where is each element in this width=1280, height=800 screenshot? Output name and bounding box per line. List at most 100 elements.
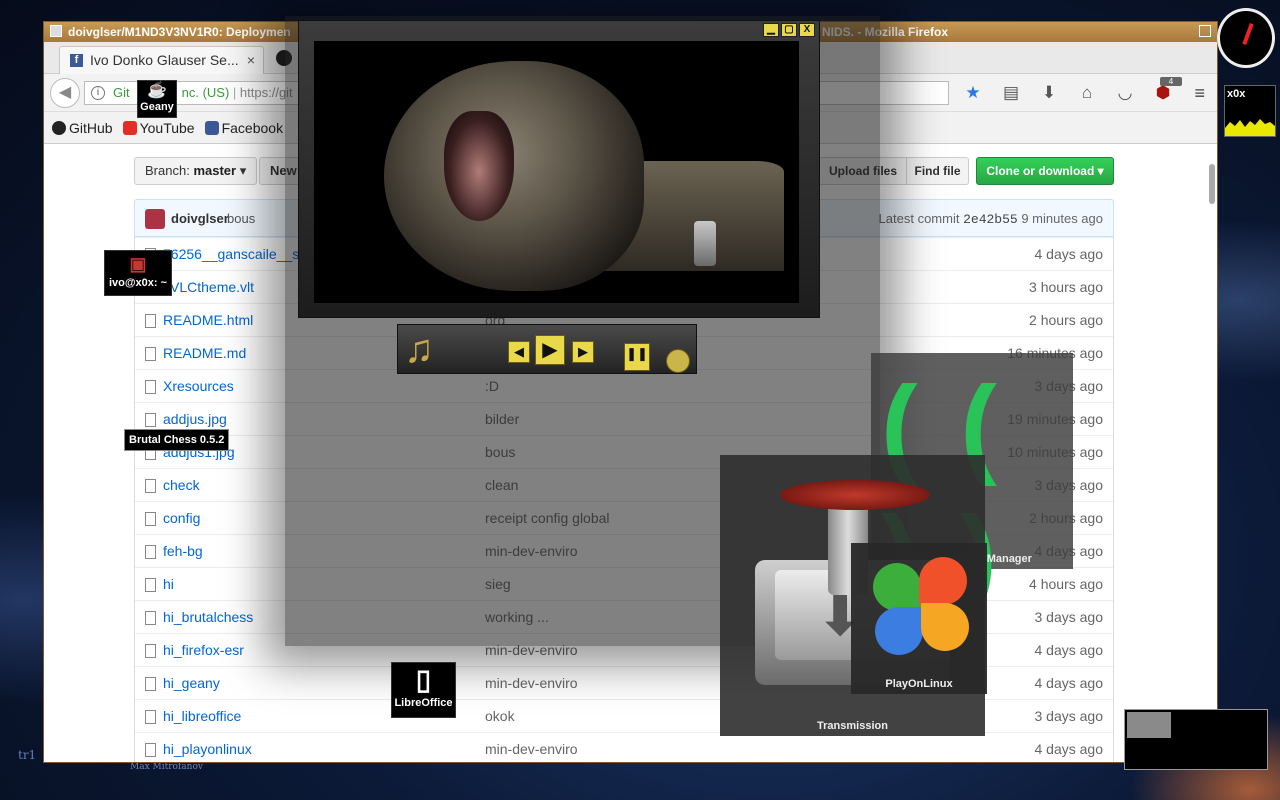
minimize-icon[interactable]: ▁ — [763, 23, 779, 37]
clone-download-button[interactable]: Clone or download ▾ — [976, 157, 1114, 185]
prev-button[interactable]: ◀ — [508, 341, 530, 363]
monitor-graph — [1225, 119, 1275, 136]
clone-label: Clone or download — [986, 164, 1095, 178]
file-name[interactable]: hi_playonlinux — [163, 741, 252, 757]
file-icon — [145, 314, 156, 328]
file-name[interactable]: hi_geany — [163, 675, 220, 691]
file-name[interactable]: config — [163, 510, 200, 526]
tab-facebook[interactable]: f Ivo Donko Glauser Se... × — [59, 46, 264, 74]
file-icon — [145, 380, 156, 394]
clock-widget — [1217, 8, 1275, 68]
page-scrollbar[interactable] — [1209, 164, 1215, 204]
file-icon — [145, 578, 156, 592]
clover-green — [873, 563, 921, 611]
file-commit-message[interactable]: min-dev-enviro — [485, 741, 578, 757]
tab-close-icon[interactable]: × — [247, 47, 255, 73]
media-player-window[interactable]: ▁ ▢ X — [298, 20, 820, 318]
branch-selector[interactable]: Branch: master ▾ — [134, 157, 258, 185]
bookmark-facebook[interactable]: Facebook — [204, 120, 283, 136]
video-frame[interactable] — [314, 41, 799, 303]
video-object — [694, 221, 716, 266]
video-lion-head — [384, 61, 644, 291]
file-name[interactable]: addjus.jpg — [163, 411, 227, 427]
file-name[interactable]: README.md — [163, 345, 246, 361]
window-menu-icon[interactable] — [50, 25, 62, 37]
commit-message[interactable]: bous — [227, 211, 255, 226]
tooltip: Brutal Chess 0.5.2 — [124, 429, 230, 451]
player-window-buttons: ▁ ▢ X — [763, 23, 815, 37]
record-button[interactable] — [666, 349, 690, 373]
file-name[interactable]: README.html — [163, 312, 253, 328]
file-name[interactable]: check — [163, 477, 200, 493]
bookmark-star-icon[interactable]: ★ — [962, 83, 984, 103]
geany-launcher[interactable]: ☕ Geany — [137, 80, 177, 118]
toolbar-icons: ★ ▤ ⬇ ⌂ ◡ ⬢ 4 — [962, 77, 1182, 103]
avatar[interactable] — [145, 209, 165, 229]
github-icon — [52, 120, 66, 135]
file-name[interactable]: feh-bg — [163, 543, 203, 559]
file-age: 2 hours ago — [1029, 312, 1103, 328]
file-name[interactable]: yVLCtheme.vlt — [163, 279, 254, 295]
maximize-icon[interactable] — [1199, 25, 1211, 37]
desktop-pager[interactable] — [1124, 709, 1268, 770]
bookmark-label: YouTube — [139, 119, 195, 136]
terminal-icon: ▣ — [129, 254, 147, 274]
file-name[interactable]: 76256__ganscaile__s — [163, 246, 299, 262]
file-name[interactable]: hi_libreoffice — [163, 708, 241, 724]
document-icon: ▯ — [415, 664, 432, 695]
launcher-label: PlayOnLinux — [885, 678, 953, 690]
wallpaper-credit: Max Mitrofanov — [130, 762, 203, 772]
ublock-badge: 4 — [1160, 77, 1182, 86]
close-icon[interactable]: X — [799, 23, 815, 37]
clover-orange — [921, 603, 969, 651]
terminal-launcher[interactable]: ▣ ivo@x0x: ~ — [104, 250, 172, 296]
file-icon — [145, 545, 156, 559]
geany-icon: ☕ — [147, 82, 167, 99]
file-commit-message[interactable]: min-dev-enviro — [485, 675, 578, 691]
maximize-icon[interactable]: ▢ — [781, 23, 797, 37]
pocket-icon[interactable]: ◡ — [1114, 83, 1136, 103]
playonlinux-launcher[interactable]: PlayOnLinux — [851, 543, 987, 694]
tab-label: Ivo Donko Glauser Se... — [90, 52, 239, 68]
file-row[interactable]: hi_playonlinux min-dev-enviro 4 days ago — [135, 732, 1113, 762]
file-age: 4 days ago — [1034, 741, 1104, 757]
file-name[interactable]: Xresources — [163, 378, 234, 394]
info-icon[interactable]: i — [91, 86, 105, 100]
launcher-label: LibreOffice — [394, 697, 453, 709]
back-button[interactable]: ◀ — [50, 78, 80, 108]
branch-name: master — [193, 163, 237, 178]
file-icon — [145, 710, 156, 724]
launcher-label: Geany — [140, 101, 174, 113]
youtube-icon — [122, 120, 137, 135]
pager-current-desktop[interactable] — [1127, 712, 1171, 738]
file-icon — [145, 512, 156, 526]
commit-author[interactable]: doivglser — [171, 211, 229, 226]
launcher-label: Transmission — [817, 720, 888, 732]
url-org-label: nc. (US) — [181, 85, 230, 100]
x0x-monitor[interactable]: x0x — [1224, 85, 1276, 137]
bookmark-youtube[interactable]: YouTube — [122, 119, 195, 136]
file-icon — [145, 677, 156, 691]
libreoffice-launcher[interactable]: ▯ LibreOffice — [391, 662, 456, 718]
reader-icon[interactable]: ▤ — [1000, 83, 1022, 103]
launcher-label: ivo@x0x: ~ — [108, 277, 168, 289]
next-button[interactable]: ▶ — [572, 341, 594, 363]
window-title-left: doivglser/M1ND3V3NV1R0: Deploymen — [68, 25, 291, 39]
file-name[interactable]: hi — [163, 576, 174, 592]
file-name[interactable]: hi_firefox-esr — [163, 642, 244, 658]
hamburger-menu-icon[interactable]: ≡ — [1194, 83, 1205, 104]
commit-sha[interactable]: 2e42b55 — [963, 212, 1018, 227]
ublock-icon[interactable]: ⬢ 4 — [1152, 77, 1182, 103]
pause-button[interactable]: ❚❚ — [624, 343, 650, 371]
music-note-icon: ♫ — [404, 327, 434, 371]
download-icon[interactable]: ⬇ — [1038, 83, 1060, 103]
bookmark-github[interactable]: GitHub — [52, 120, 113, 136]
file-name[interactable]: hi_brutalchess — [163, 609, 253, 625]
video-lion-mouth — [444, 111, 514, 221]
wallpaper-text: tr1 — [18, 748, 37, 762]
find-file-button[interactable]: Find file — [907, 157, 969, 185]
home-icon[interactable]: ⌂ — [1076, 83, 1098, 103]
file-commit-message[interactable]: okok — [485, 708, 515, 724]
play-button[interactable]: ▶ — [535, 335, 565, 365]
transmission-knob — [780, 480, 930, 510]
